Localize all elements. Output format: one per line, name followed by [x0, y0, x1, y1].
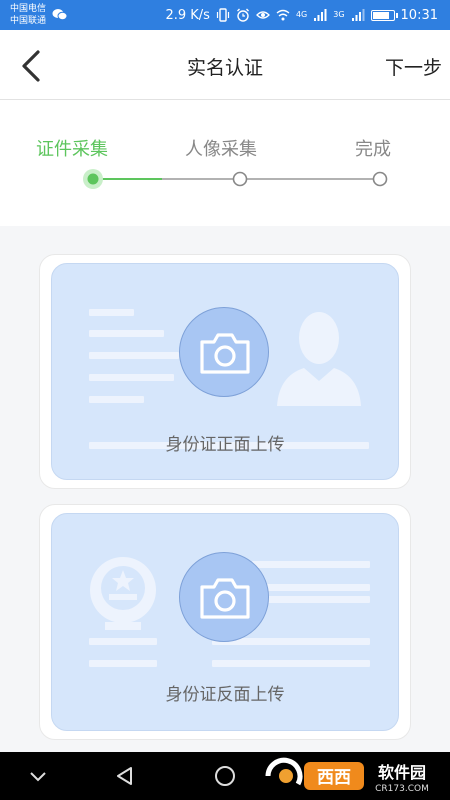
network-type-1: 4G [295, 10, 308, 19]
id-front-upload-label: 身份证正面上传 [165, 435, 285, 455]
back-triangle-icon[interactable] [113, 764, 137, 788]
national-emblem-icon [90, 557, 156, 630]
wechat-icon [52, 9, 68, 21]
step-progress-track [83, 169, 388, 189]
next-step-button[interactable]: 下一步 [385, 53, 442, 80]
system-nav-bar: 西西 软件园 CR173.COM [0, 752, 450, 800]
clock: 10:31 [400, 7, 438, 23]
svg-text:CR173.COM: CR173.COM [375, 784, 429, 794]
network-speed: 2.9 K/s [165, 7, 210, 23]
signal-icon-1 [314, 9, 327, 21]
hide-keyboard-icon[interactable] [26, 764, 50, 788]
svg-text:西西: 西西 [317, 768, 351, 788]
nav-bar: 实名认证 下一步 [0, 30, 450, 100]
network-type-2: 3G [333, 10, 345, 19]
camera-icon [200, 578, 250, 619]
watermark-logo: 西西 软件园 CR173.COM [265, 757, 429, 794]
camera-button-back[interactable] [179, 552, 269, 642]
signal-icon-2 [351, 9, 365, 21]
step-dot-active [83, 169, 103, 189]
step-dot-3 [372, 171, 388, 187]
id-back-upload-card[interactable]: 身份证反面上传 [39, 504, 411, 740]
carrier-info: 中国电信 中国联通 [10, 3, 46, 27]
vibrate-icon [216, 8, 230, 22]
battery-icon [370, 9, 398, 21]
portrait-silhouette-icon [277, 312, 361, 406]
id-front-placeholder: 身份证正面上传 [51, 263, 399, 480]
status-bar: 中国电信 中国联通 2.9 K/s 4G 3G 10:31 [0, 0, 450, 30]
wifi-icon [276, 9, 290, 21]
page-title: 实名认证 [186, 57, 263, 79]
id-back-placeholder: 身份证反面上传 [51, 513, 399, 731]
id-back-upload-label: 身份证反面上传 [165, 685, 285, 705]
camera-icon [200, 333, 250, 374]
step-dot-2 [232, 171, 248, 187]
alarm-icon [236, 8, 249, 22]
svg-text:软件园: 软件园 [378, 763, 426, 782]
carrier-1: 中国电信 [10, 4, 47, 14]
eye-icon [256, 11, 270, 19]
home-circle-icon[interactable] [213, 764, 237, 788]
carrier-2: 中国联通 [10, 16, 47, 26]
id-front-upload-card[interactable]: 身份证正面上传 [39, 254, 411, 489]
camera-button-front[interactable] [179, 307, 269, 397]
step-indicator: 证件采集 人像采集 完成 [0, 100, 450, 226]
